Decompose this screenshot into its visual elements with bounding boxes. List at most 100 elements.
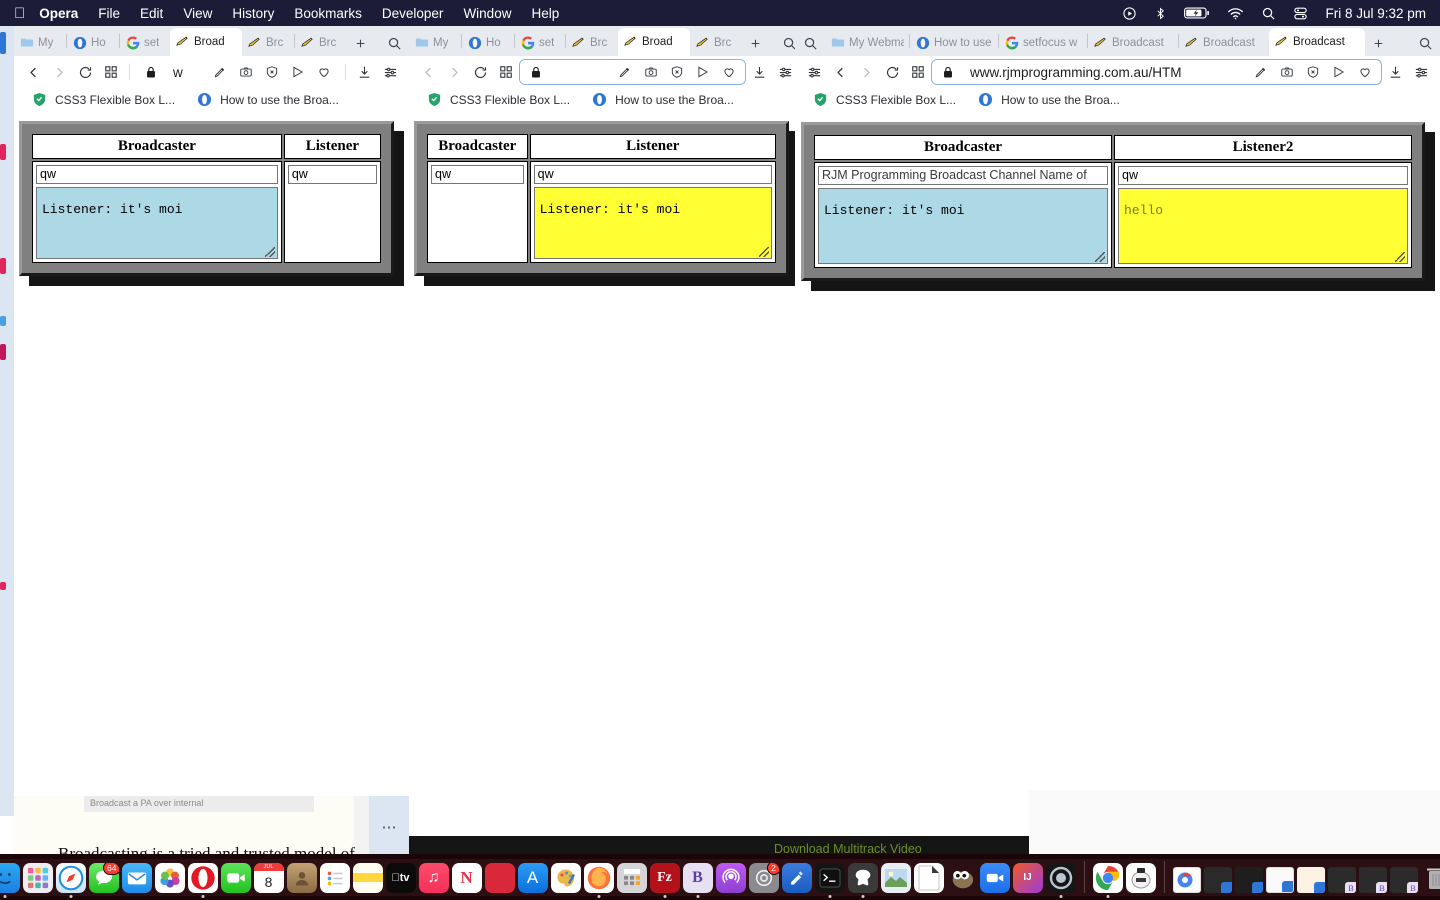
menu-item-help[interactable]: Help: [531, 6, 559, 21]
menu-item-history[interactable]: History: [232, 6, 274, 21]
dock-item-music[interactable]: ♫: [418, 862, 449, 893]
address-bar-3[interactable]: www.rjmprogramming.com.au/HTM: [931, 59, 1382, 85]
camera-icon[interactable]: [639, 61, 663, 83]
dock-item-intellij[interactable]: IJ: [1012, 862, 1043, 893]
tab-brc-1b[interactable]: Brc: [295, 30, 347, 56]
dock-item-photos[interactable]: [154, 862, 185, 893]
dock-item-keynote-red[interactable]: [484, 862, 515, 893]
menu-item-file[interactable]: File: [98, 6, 120, 21]
heart-icon[interactable]: [312, 61, 336, 83]
bookmark-css3[interactable]: CSS3 Flexible Box L...: [813, 92, 956, 108]
dock-item-notes[interactable]: [352, 862, 383, 893]
tab-set-1[interactable]: set: [120, 30, 170, 56]
tab-brc-2a[interactable]: Brc: [566, 30, 618, 56]
dock-item-contacts[interactable]: [286, 862, 317, 893]
bluetooth-icon[interactable]: [1154, 6, 1167, 21]
menu-item-view[interactable]: View: [183, 6, 212, 21]
shield-x-icon[interactable]: [1301, 61, 1325, 83]
dock-item-quicktime[interactable]: [1045, 862, 1076, 898]
bookmark-css3[interactable]: CSS3 Flexible Box L...: [32, 92, 175, 108]
dock-item-calendar[interactable]: JUL 8: [253, 862, 284, 893]
dock-item-bootstrap[interactable]: B: [682, 862, 713, 898]
settings-sliders-icon[interactable]: [377, 59, 403, 85]
wifi-icon[interactable]: [1227, 7, 1244, 20]
search-icon[interactable]: [1261, 6, 1276, 21]
dock-item-safari[interactable]: [55, 862, 86, 898]
shield-x-icon[interactable]: [260, 61, 284, 83]
browser-window-2[interactable]: My Ho set Brc Broad Brc CSS3 Flexible Bo…: [409, 26, 804, 796]
dock-item-paint-palette[interactable]: [550, 862, 581, 893]
tiles-button[interactable]: [493, 59, 519, 85]
pin-edit-icon[interactable]: [208, 61, 232, 83]
sidebar-icon-3[interactable]: [0, 258, 6, 274]
dock-minimized-dark-browser[interactable]: [1203, 866, 1232, 893]
address-bar-1[interactable]: w: [135, 59, 340, 85]
heart-icon[interactable]: [1353, 61, 1377, 83]
dock-item-gimp[interactable]: [947, 863, 977, 893]
download-button[interactable]: [1382, 59, 1408, 85]
tab-ho-1[interactable]: Ho: [67, 30, 119, 56]
dock-item-reminders[interactable]: [319, 862, 350, 893]
reload-button[interactable]: [879, 59, 905, 85]
sidebar-icon-5[interactable]: [0, 344, 6, 360]
dock-item-system-settings[interactable]: 2: [748, 862, 779, 893]
broadcaster-channel-input[interactable]: qw: [36, 165, 278, 184]
dock-item-postman[interactable]: [1125, 862, 1156, 893]
tab-howto-3[interactable]: How to use: [910, 30, 998, 56]
tab-broadcast-3b[interactable]: Broadcast: [1179, 30, 1269, 56]
listener-message-textarea[interactable]: Listener: it's moi: [533, 187, 772, 259]
dock-item-news[interactable]: N: [451, 862, 482, 893]
dock-item-messages[interactable]: 64: [88, 862, 119, 893]
dock-item-mail[interactable]: [121, 862, 152, 893]
dock-item-app-store[interactable]: A: [517, 862, 548, 893]
dock-item-textedit[interactable]: [913, 862, 944, 893]
reload-button[interactable]: [72, 59, 98, 85]
pin-edit-icon[interactable]: [1249, 61, 1273, 83]
listener-channel-input[interactable]: qw: [287, 165, 377, 184]
dock-minimized-orange-window[interactable]: [1296, 866, 1325, 893]
download-button[interactable]: [351, 59, 377, 85]
back-button[interactable]: [827, 59, 853, 85]
dock-item-apple-tv[interactable]: tv: [385, 862, 416, 893]
listener-channel-input[interactable]: qw: [533, 165, 772, 184]
tab-setfocus-3[interactable]: setfocus w: [999, 30, 1087, 56]
dock-item-opera[interactable]: [187, 862, 218, 898]
resize-grip-icon[interactable]: [759, 247, 769, 257]
dock-minimized-white-window[interactable]: [1265, 866, 1294, 893]
sidebar-icon-6[interactable]: [0, 582, 6, 590]
bookmark-broadcast[interactable]: How to use the Broa...: [197, 92, 339, 108]
back-button[interactable]: [20, 59, 46, 85]
dock-minimized-chrome-document[interactable]: [1172, 866, 1201, 893]
dock-minimized-bootstrap-1[interactable]: B: [1327, 866, 1356, 893]
sidebar-icon-4[interactable]: [0, 316, 6, 326]
tab-set-2[interactable]: set: [515, 30, 565, 56]
tab-my-webmail-3[interactable]: My Webma: [825, 30, 909, 56]
broadcaster-channel-input[interactable]: RJM Programming Broadcast Channel Name o…: [818, 166, 1108, 185]
send-triangle-icon[interactable]: [1327, 61, 1351, 83]
tab-ho-2[interactable]: Ho: [462, 30, 514, 56]
reload-button[interactable]: [467, 59, 493, 85]
browser-window-1[interactable]: My Ho set Broad Brc Brc w CSS3 Flexible …: [14, 26, 409, 796]
dock-item-finder[interactable]: [0, 862, 20, 898]
new-tab-button[interactable]: [1365, 30, 1391, 56]
broadcaster-message-textarea[interactable]: Listener: it's moi: [818, 188, 1108, 264]
dock-minimized-bootstrap-2[interactable]: B: [1358, 866, 1387, 893]
forward-button[interactable]: [441, 59, 467, 85]
camera-icon[interactable]: [1275, 61, 1299, 83]
dock-item-filezilla[interactable]: Fz: [649, 862, 680, 898]
tab-broadcast-3a[interactable]: Broadcast: [1088, 30, 1178, 56]
browser-window-3[interactable]: My Webma How to use setfocus w Broadcast…: [795, 26, 1440, 790]
camera-icon[interactable]: [234, 61, 258, 83]
background-more-icon[interactable]: ⋯: [369, 796, 409, 858]
dock-minimized-bootstrap-3[interactable]: B: [1389, 866, 1418, 893]
tab-brc-1a[interactable]: Brc: [242, 30, 294, 56]
tab-my-1[interactable]: My: [14, 30, 66, 56]
menu-item-developer[interactable]: Developer: [382, 6, 444, 21]
send-triangle-icon[interactable]: [286, 61, 310, 83]
tab-broad-2-active[interactable]: Broad: [618, 28, 690, 56]
heart-icon[interactable]: [717, 61, 741, 83]
settings-sliders-icon-left[interactable]: [801, 59, 827, 85]
dock-item-launchpad[interactable]: [22, 862, 53, 893]
new-tab-button[interactable]: [347, 30, 373, 56]
resize-grip-icon[interactable]: [1095, 252, 1105, 262]
